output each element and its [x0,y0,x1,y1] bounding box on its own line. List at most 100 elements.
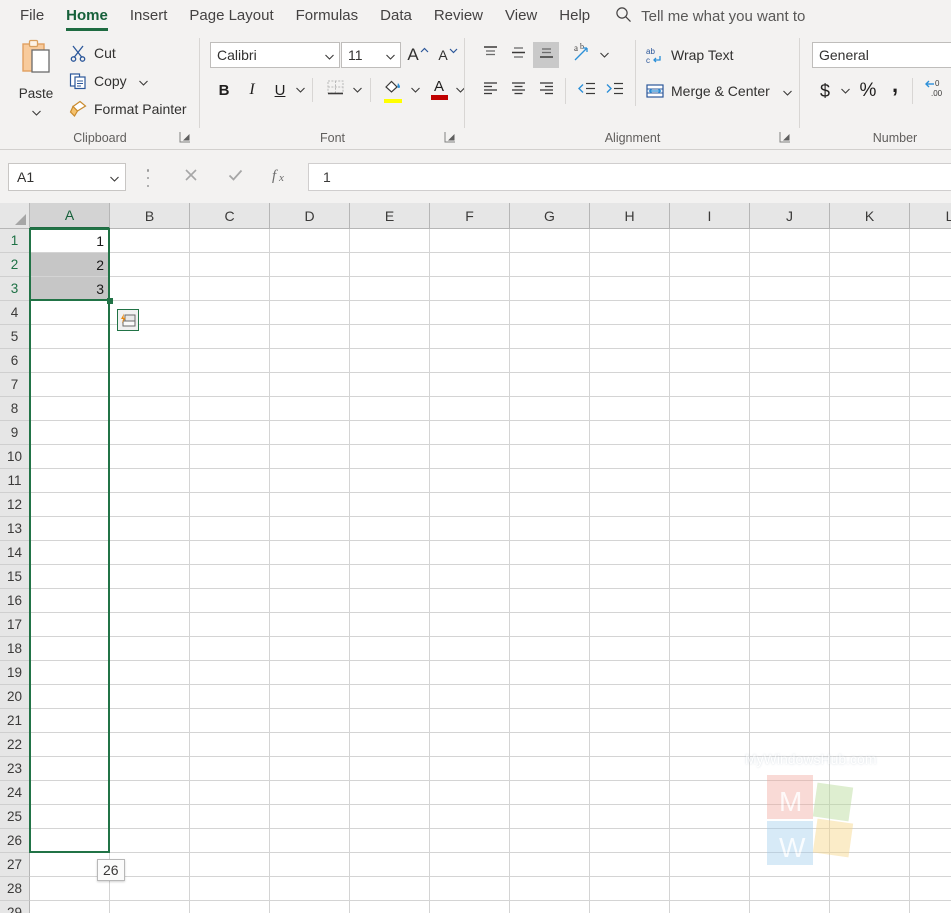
cell-i14[interactable] [670,541,750,565]
cell-l12[interactable] [910,493,951,517]
cell-c7[interactable] [190,373,270,397]
cell-b24[interactable] [110,781,190,805]
cell-b3[interactable] [110,277,190,301]
cell-l1[interactable] [910,229,951,253]
cell-i5[interactable] [670,325,750,349]
cell-l19[interactable] [910,661,951,685]
cell-g28[interactable] [510,877,590,901]
cell-i16[interactable] [670,589,750,613]
cell-f1[interactable] [430,229,510,253]
cell-h15[interactable] [590,565,670,589]
cell-i12[interactable] [670,493,750,517]
column-header-e[interactable]: E [350,203,430,229]
cell-j5[interactable] [750,325,830,349]
cell-e15[interactable] [350,565,430,589]
cell-c14[interactable] [190,541,270,565]
cell-k4[interactable] [830,301,910,325]
cell-c10[interactable] [190,445,270,469]
cell-k16[interactable] [830,589,910,613]
cell-a23[interactable] [30,757,110,781]
cell-h28[interactable] [590,877,670,901]
cell-i10[interactable] [670,445,750,469]
cell-j10[interactable] [750,445,830,469]
cell-h6[interactable] [590,349,670,373]
cell-d7[interactable] [270,373,350,397]
cell-a2[interactable]: 2 [30,253,110,277]
cell-h11[interactable] [590,469,670,493]
cell-e7[interactable] [350,373,430,397]
cell-j14[interactable] [750,541,830,565]
cell-f28[interactable] [430,877,510,901]
cell-l10[interactable] [910,445,951,469]
cell-h21[interactable] [590,709,670,733]
cell-e21[interactable] [350,709,430,733]
cell-h24[interactable] [590,781,670,805]
cell-k23[interactable] [830,757,910,781]
cell-j16[interactable] [750,589,830,613]
cell-g13[interactable] [510,517,590,541]
paste-button[interactable]: Paste [10,38,62,122]
cell-g19[interactable] [510,661,590,685]
cell-a4[interactable] [30,301,110,325]
cell-k20[interactable] [830,685,910,709]
cell-b9[interactable] [110,421,190,445]
autofill-options-button[interactable] [117,309,139,331]
cell-k10[interactable] [830,445,910,469]
select-all-corner[interactable] [0,203,30,229]
cell-d3[interactable] [270,277,350,301]
cell-i25[interactable] [670,805,750,829]
cell-i15[interactable] [670,565,750,589]
cell-l26[interactable] [910,829,951,853]
cell-a13[interactable] [30,517,110,541]
cell-k15[interactable] [830,565,910,589]
cell-k13[interactable] [830,517,910,541]
cell-j17[interactable] [750,613,830,637]
merge-center-chevron-down-icon[interactable] [782,83,792,99]
cell-k22[interactable] [830,733,910,757]
chevron-down-icon[interactable] [386,47,395,63]
cell-f20[interactable] [430,685,510,709]
cell-h22[interactable] [590,733,670,757]
cell-a11[interactable] [30,469,110,493]
cell-l17[interactable] [910,613,951,637]
orientation-button[interactable]: a b [569,42,595,68]
cell-e16[interactable] [350,589,430,613]
row-header-3[interactable]: 3 [0,277,30,301]
cell-e3[interactable] [350,277,430,301]
cell-d5[interactable] [270,325,350,349]
fill-color-chevron-down-icon[interactable] [408,78,422,102]
cell-e25[interactable] [350,805,430,829]
cell-h16[interactable] [590,589,670,613]
cell-h9[interactable] [590,421,670,445]
cell-j19[interactable] [750,661,830,685]
cell-e18[interactable] [350,637,430,661]
tab-data[interactable]: Data [369,0,423,32]
cell-h1[interactable] [590,229,670,253]
cell-j12[interactable] [750,493,830,517]
cell-f23[interactable] [430,757,510,781]
column-header-b[interactable]: B [110,203,190,229]
cell-k21[interactable] [830,709,910,733]
increase-indent-button[interactable] [601,78,627,104]
cell-a24[interactable] [30,781,110,805]
cell-b21[interactable] [110,709,190,733]
cell-h20[interactable] [590,685,670,709]
cell-l3[interactable] [910,277,951,301]
cell-d25[interactable] [270,805,350,829]
cell-d19[interactable] [270,661,350,685]
cell-h25[interactable] [590,805,670,829]
font-dialog-launcher[interactable] [443,130,457,144]
cell-f4[interactable] [430,301,510,325]
cell-i28[interactable] [670,877,750,901]
cell-g5[interactable] [510,325,590,349]
cell-i23[interactable] [670,757,750,781]
cell-d1[interactable] [270,229,350,253]
row-header-27[interactable]: 27 [0,853,30,877]
cell-e8[interactable] [350,397,430,421]
borders-chevron-down-icon[interactable] [350,78,364,102]
cell-k25[interactable] [830,805,910,829]
column-header-j[interactable]: J [750,203,830,229]
cell-g14[interactable] [510,541,590,565]
cell-c22[interactable] [190,733,270,757]
confirm-entry-button[interactable] [213,163,258,191]
